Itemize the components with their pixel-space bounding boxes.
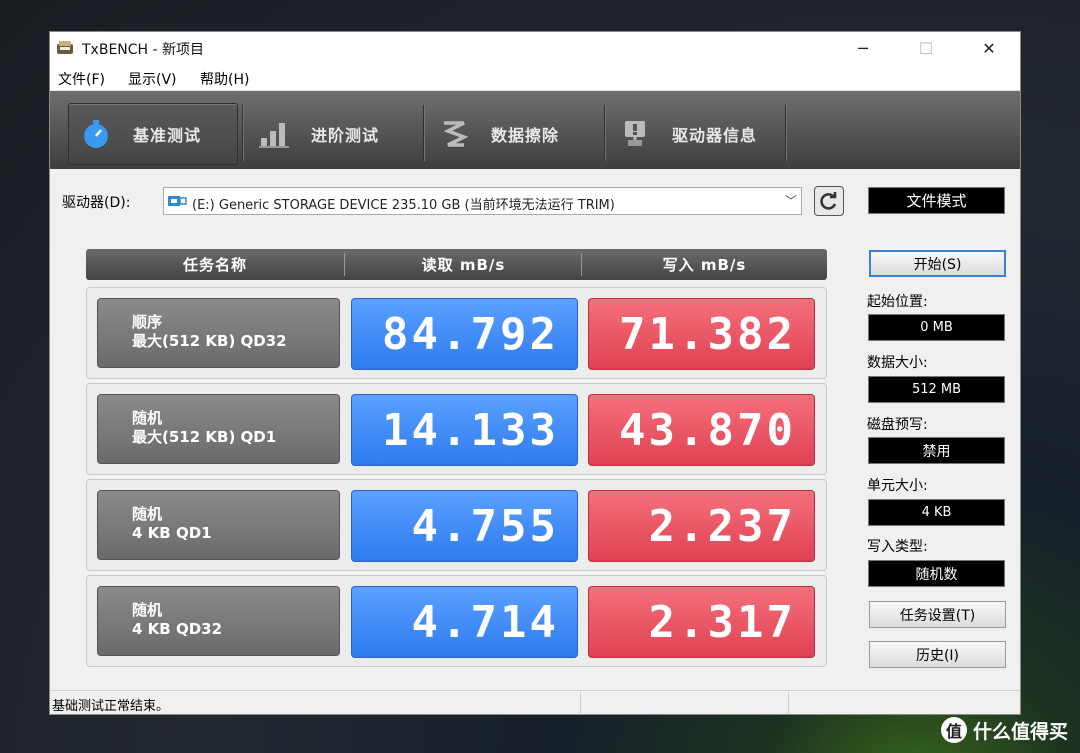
- task-type: 随机: [132, 409, 163, 427]
- task-detail: 最大(512 KB) QD1: [132, 428, 277, 446]
- main-toolbar: 基准测试 进阶测试 数据擦除 驱动器信息: [50, 91, 1020, 169]
- task-button[interactable]: 随机 最大(512 KB) QD1: [97, 394, 340, 464]
- task-type: 顺序: [132, 313, 163, 331]
- disk-cache-field[interactable]: 禁用: [868, 437, 1005, 464]
- header-write: 写入 mB/s: [662, 256, 747, 274]
- title-bar: TxBENCH - 新项目 ─ ☐ ✕: [50, 32, 1020, 64]
- task-settings-button[interactable]: 任务设置(T): [869, 601, 1006, 628]
- menu-view[interactable]: 显示(V): [128, 69, 177, 89]
- write-speed-value: 71.382: [588, 298, 815, 370]
- task-detail: 最大(512 KB) QD32: [132, 332, 287, 350]
- stopwatch-icon: [81, 119, 111, 149]
- task-type: 随机: [132, 601, 163, 619]
- start-position-label: 起始位置:: [867, 294, 928, 310]
- history-button[interactable]: 历史(I): [869, 641, 1006, 668]
- task-detail: 4 KB QD1: [132, 524, 212, 542]
- read-speed-value: 4.755: [351, 490, 578, 562]
- read-speed-value: 14.133: [351, 394, 578, 466]
- usb-drive-icon: [168, 196, 187, 206]
- maximize-button[interactable]: ☐: [895, 32, 957, 64]
- write-speed-value: 43.870: [588, 394, 815, 466]
- result-row-rnd-4k-q1: 随机 4 KB QD1 4.755 2.237: [86, 479, 827, 571]
- tab-erase-label: 数据擦除: [491, 126, 560, 145]
- write-type-field[interactable]: 随机数: [868, 560, 1005, 587]
- data-size-label: 数据大小:: [867, 355, 928, 371]
- app-icon: [57, 41, 73, 54]
- app-window: TxBENCH - 新项目 ─ ☐ ✕ 文件(F) 显示(V) 帮助(H) 基准…: [49, 31, 1021, 715]
- chevron-down-icon: ﹀: [784, 194, 797, 208]
- tab-drive-info-label: 驱动器信息: [672, 126, 758, 145]
- watermark-logo: 值: [940, 717, 967, 743]
- tab-divider: [604, 105, 606, 161]
- tab-advanced[interactable]: 进阶测试: [255, 103, 425, 165]
- task-button[interactable]: 随机 4 KB QD32: [97, 586, 340, 656]
- status-text: 基础测试正常结束。: [52, 699, 170, 714]
- write-speed-value: 2.317: [588, 586, 815, 658]
- close-button[interactable]: ✕: [958, 32, 1020, 64]
- unit-size-field[interactable]: 4 KB: [868, 499, 1005, 526]
- header-read: 读取 mB/s: [421, 256, 506, 274]
- result-row-rnd-4k-q32: 随机 4 KB QD32 4.714 2.317: [86, 575, 827, 667]
- tab-advanced-label: 进阶测试: [311, 126, 380, 145]
- drive-label: 驱动器(D):: [62, 195, 131, 211]
- eraser-icon: [439, 119, 469, 149]
- file-mode-button[interactable]: 文件模式: [868, 187, 1005, 214]
- start-button[interactable]: 开始(S): [869, 250, 1006, 277]
- bar-chart-icon: [259, 119, 289, 149]
- result-row-seq-q32: 顺序 最大(512 KB) QD32 84.792 71.382: [86, 287, 827, 379]
- task-button[interactable]: 顺序 最大(512 KB) QD32: [97, 298, 340, 368]
- tab-divider: [242, 105, 244, 161]
- status-divider: [788, 692, 789, 714]
- data-size-field[interactable]: 512 MB: [868, 376, 1005, 403]
- menu-help[interactable]: 帮助(H): [200, 69, 249, 89]
- refresh-icon: [820, 192, 837, 210]
- read-speed-value: 84.792: [351, 298, 578, 370]
- header-task-name: 任务名称: [182, 256, 247, 274]
- drive-select-value: (E:) Generic STORAGE DEVICE 235.10 GB (当…: [192, 198, 615, 213]
- minimize-button[interactable]: ─: [832, 32, 894, 64]
- tab-divider: [785, 105, 787, 161]
- results-header: 任务名称 读取 mB/s 写入 mB/s: [86, 249, 827, 280]
- refresh-button[interactable]: [814, 186, 844, 216]
- tab-drive-info[interactable]: 驱动器信息: [616, 103, 786, 165]
- status-divider: [580, 692, 581, 714]
- disk-cache-label: 磁盘预写:: [867, 417, 928, 433]
- window-title: TxBENCH - 新项目: [82, 42, 205, 58]
- result-row-rnd-512k-q1: 随机 最大(512 KB) QD1 14.133 43.870: [86, 383, 827, 475]
- watermark-text: 什么值得买: [972, 720, 1068, 743]
- tab-erase[interactable]: 数据擦除: [435, 103, 605, 165]
- write-speed-value: 2.237: [588, 490, 815, 562]
- read-speed-value: 4.714: [351, 586, 578, 658]
- drive-select[interactable]: (E:) Generic STORAGE DEVICE 235.10 GB (当…: [163, 187, 802, 215]
- task-button[interactable]: 随机 4 KB QD1: [97, 490, 340, 560]
- task-type: 随机: [132, 505, 163, 523]
- tab-benchmark[interactable]: 基准测试: [68, 103, 238, 165]
- menu-bar: 文件(F) 显示(V) 帮助(H): [50, 64, 1020, 91]
- tab-benchmark-label: 基准测试: [133, 126, 202, 145]
- drive-info-icon: [620, 119, 650, 149]
- menu-file[interactable]: 文件(F): [58, 69, 105, 89]
- status-bar: 基础测试正常结束。: [50, 690, 1020, 714]
- task-detail: 4 KB QD32: [132, 620, 223, 638]
- write-type-label: 写入类型:: [867, 539, 928, 555]
- tab-divider: [423, 105, 425, 161]
- watermark: 值 什么值得买: [940, 715, 1068, 745]
- start-position-field[interactable]: 0 MB: [868, 314, 1005, 341]
- unit-size-label: 单元大小:: [867, 478, 928, 494]
